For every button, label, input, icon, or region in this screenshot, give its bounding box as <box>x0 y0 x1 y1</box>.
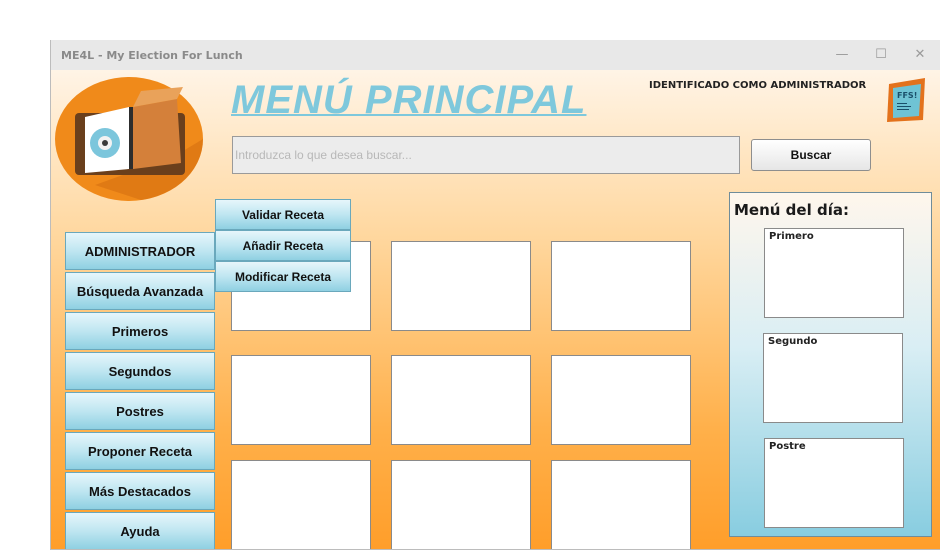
sidebar-item-ayuda[interactable]: Ayuda <box>65 512 215 549</box>
sidebar-item-busqueda-avanzada[interactable]: Búsqueda Avanzada <box>65 272 215 310</box>
menu-segundo-label: Segundo <box>768 336 818 347</box>
recipe-tile[interactable] <box>551 355 691 445</box>
sidebar-item-administrador[interactable]: ADMINISTRADOR <box>65 232 215 270</box>
recipe-tile[interactable] <box>551 241 691 331</box>
app-logo-book-icon <box>55 77 203 201</box>
recipe-tile[interactable] <box>391 241 531 331</box>
sidebar-item-postres[interactable]: Postres <box>65 392 215 430</box>
sidebar-item-segundos[interactable]: Segundos <box>65 352 215 390</box>
user-role-label: IDENTIFICADO COMO ADMINISTRADOR <box>649 80 867 91</box>
ffs-logo-icon: FFS! <box>887 78 925 122</box>
menu-postre-label: Postre <box>769 441 806 452</box>
menu-postre-box[interactable]: Postre <box>764 438 904 528</box>
sidebar-item-primeros[interactable]: Primeros <box>65 312 215 350</box>
menu-primero-label: Primero <box>769 231 814 242</box>
maximize-button[interactable]: ☐ <box>868 44 894 66</box>
menu-primero-box[interactable]: Primero <box>764 228 904 318</box>
recipe-tile[interactable] <box>391 460 531 549</box>
admin-menu-modificar-receta[interactable]: Modificar Receta <box>215 261 351 292</box>
recipe-tile[interactable] <box>391 355 531 445</box>
app-window: ME4L - My Election For Lunch — ☐ ✕ MENÚ … <box>50 40 940 550</box>
menu-del-dia-panel: Menú del día: Primero Segundo Postre <box>729 192 932 537</box>
menu-segundo-box[interactable]: Segundo <box>763 333 903 423</box>
recipe-tile[interactable] <box>231 355 371 445</box>
ffs-logo-text: FFS! <box>897 91 917 100</box>
sidebar-item-mas-destacados[interactable]: Más Destacados <box>65 472 215 510</box>
minimize-button[interactable]: — <box>829 44 855 66</box>
admin-menu-validar-receta[interactable]: Validar Receta <box>215 199 351 230</box>
sidebar-item-proponer-receta[interactable]: Proponer Receta <box>65 432 215 470</box>
title-bar[interactable]: ME4L - My Election For Lunch — ☐ ✕ <box>51 40 940 70</box>
main-area: MENÚ PRINCIPAL IDENTIFICADO COMO ADMINIS… <box>51 70 940 549</box>
admin-menu-anadir-receta[interactable]: Añadir Receta <box>215 230 351 261</box>
recipe-tile[interactable] <box>551 460 691 549</box>
search-button[interactable]: Buscar <box>751 139 871 171</box>
recipe-tile[interactable] <box>231 460 371 549</box>
close-button[interactable]: ✕ <box>907 44 933 66</box>
page-title: MENÚ PRINCIPAL <box>231 78 587 122</box>
search-input[interactable] <box>232 136 740 174</box>
menu-del-dia-title: Menú del día: <box>734 201 849 219</box>
window-title: ME4L - My Election For Lunch <box>61 49 243 62</box>
